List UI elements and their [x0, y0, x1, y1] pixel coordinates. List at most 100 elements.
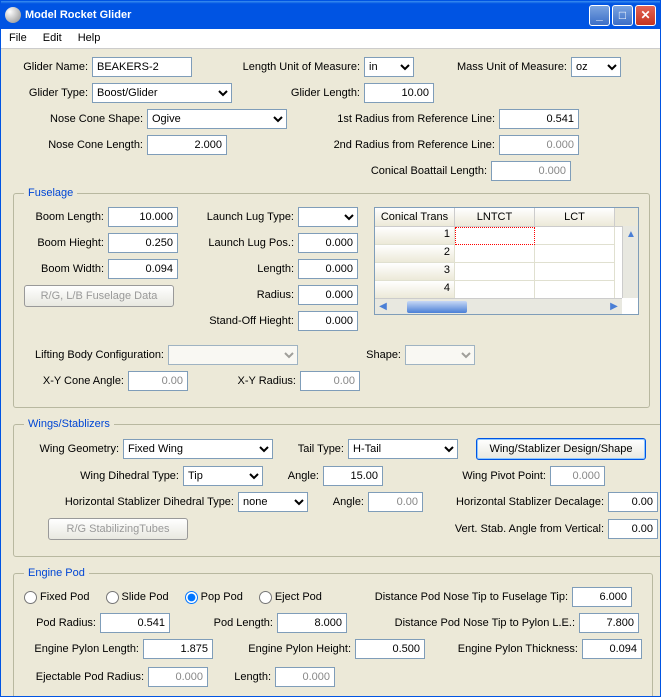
wd-type-select[interactable]: Tip [183, 466, 263, 486]
nose-len-input[interactable] [147, 135, 227, 155]
pod-len-input[interactable] [277, 613, 347, 633]
hsd-ang-input[interactable] [368, 492, 423, 512]
fuselage-legend: Fuselage [24, 187, 77, 199]
glider-name-input[interactable] [92, 57, 192, 77]
boom-h-input[interactable] [108, 233, 178, 253]
rg-stabilizing-tubes-button[interactable]: R/G StabilizingTubes [48, 518, 188, 540]
pod-rad-input[interactable] [100, 613, 170, 633]
hsd-type-select[interactable]: none [238, 492, 308, 512]
pop-pod-radio[interactable]: Pop Pod [185, 591, 243, 604]
wd-ang-label: Angle: [279, 470, 319, 482]
engine-legend: Engine Pod [24, 567, 89, 579]
length-unit-select[interactable]: in [364, 57, 414, 77]
epr-len-input[interactable] [275, 667, 335, 687]
nose-shape-select[interactable]: Ogive [147, 109, 287, 129]
ept-input[interactable] [582, 639, 642, 659]
conical-trans-grid[interactable]: Conical Trans LNTCT LCT 1 2 3 4 ▲ ◀▶ [374, 207, 639, 315]
lug-pos-input[interactable] [298, 233, 358, 253]
wing-design-button[interactable]: Wing/Stablizer Design/Shape [476, 438, 646, 460]
standoff-label: Stand-Off Hieght: [194, 315, 294, 327]
r2-input[interactable] [499, 135, 579, 155]
titlebar: Model Rocket Glider _ □ ✕ [1, 1, 660, 29]
xyr-label: X-Y Radius: [226, 375, 296, 387]
grid-col-lntct[interactable]: LNTCT [455, 208, 535, 226]
grid-row-4[interactable]: 4 [375, 281, 455, 299]
maximize-button[interactable]: □ [612, 5, 633, 26]
epl-input[interactable] [143, 639, 213, 659]
menu-file[interactable]: File [1, 29, 35, 48]
grid-hscroll[interactable]: ◀▶ [375, 298, 622, 314]
cbt-label: Conical Boattail Length: [297, 165, 487, 177]
lug-pos-label: Launch Lug Pos.: [194, 237, 294, 249]
scroll-up-icon[interactable]: ▲ [623, 226, 639, 242]
scroll-left-icon[interactable]: ◀ [375, 299, 391, 315]
slide-pod-radio[interactable]: Slide Pod [106, 591, 169, 604]
wg-select[interactable]: Fixed Wing [123, 439, 273, 459]
lug-type-label: Launch Lug Type: [194, 211, 294, 223]
r1-input[interactable] [499, 109, 579, 129]
glider-length-input[interactable] [364, 83, 434, 103]
epr-label: Ejectable Pod Radius: [24, 671, 144, 683]
app-icon [5, 7, 21, 23]
fixed-pod-radio[interactable]: Fixed Pod [24, 591, 90, 604]
menu-help[interactable]: Help [70, 29, 109, 48]
grid-vscroll[interactable]: ▲ [622, 226, 638, 298]
epr-input[interactable] [148, 667, 208, 687]
grid-row-3[interactable]: 3 [375, 263, 455, 281]
xyca-input[interactable] [128, 371, 188, 391]
dpnpl-input[interactable] [579, 613, 639, 633]
glider-length-label: Glider Length: [260, 87, 360, 99]
rglb-fuselage-button[interactable]: R/G, L/B Fuselage Data [24, 285, 174, 307]
standoff-input[interactable] [298, 311, 358, 331]
mass-unit-select[interactable]: oz [571, 57, 621, 77]
eph-input[interactable] [355, 639, 425, 659]
wpp-input[interactable] [550, 466, 605, 486]
tt-label: Tail Type: [289, 443, 344, 455]
dpnpl-label: Distance Pod Nose Tip to Pylon L.E.: [375, 617, 575, 629]
wd-label: Wing Dihedral Type: [24, 470, 179, 482]
window-title: Model Rocket Glider [25, 9, 589, 21]
boom-w-label: Boom Width: [24, 263, 104, 275]
hsd-dec-input[interactable] [608, 492, 658, 512]
vsav-input[interactable] [608, 519, 658, 539]
lug-len-input[interactable] [298, 259, 358, 279]
wings-legend: Wings/Stablizers [24, 418, 114, 430]
eject-pod-radio[interactable]: Eject Pod [259, 591, 322, 604]
dpnft-input[interactable] [572, 587, 632, 607]
grid-row-1[interactable]: 1 [375, 227, 455, 245]
dpnft-label: Distance Pod Nose Tip to Fuselage Tip: [348, 591, 568, 603]
scroll-right-icon[interactable]: ▶ [606, 299, 622, 315]
grid-col-conical[interactable]: Conical Trans [375, 208, 455, 226]
r1-label: 1st Radius from Reference Line: [305, 113, 495, 125]
lug-rad-label: Radius: [194, 289, 294, 301]
content: Glider Name: Length Unit of Measure: in … [1, 49, 660, 696]
shape-select[interactable] [405, 345, 475, 365]
minimize-button[interactable]: _ [589, 5, 610, 26]
grid-col-lct[interactable]: LCT [535, 208, 615, 226]
epr-len-label: Length: [226, 671, 271, 683]
hscroll-thumb[interactable] [407, 301, 467, 313]
wings-group: Wings/Stablizers Wing Geometry: Fixed Wi… [13, 418, 660, 557]
length-unit-label: Length Unit of Measure: [230, 61, 360, 73]
nose-len-label: Nose Cone Length: [13, 139, 143, 151]
wd-ang-input[interactable] [323, 466, 383, 486]
eph-label: Engine Pylon Height: [236, 643, 351, 655]
pod-len-label: Pod Length: [203, 617, 273, 629]
hsd-ang-label: Angle: [324, 496, 364, 508]
glider-type-label: Glider Type: [13, 87, 88, 99]
tt-select[interactable]: H-Tail [348, 439, 458, 459]
wpp-label: Wing Pivot Point: [446, 470, 546, 482]
grid-row-2[interactable]: 2 [375, 245, 455, 263]
epl-label: Engine Pylon Length: [24, 643, 139, 655]
lug-rad-input[interactable] [298, 285, 358, 305]
lbc-select[interactable] [168, 345, 298, 365]
glider-type-select[interactable]: Boost/Glider [92, 83, 232, 103]
xyr-input[interactable] [300, 371, 360, 391]
lug-type-select[interactable] [298, 207, 358, 227]
vsav-label: Vert. Stab. Angle from Vertical: [429, 523, 604, 535]
menu-edit[interactable]: Edit [35, 29, 70, 48]
boom-len-input[interactable] [108, 207, 178, 227]
boom-w-input[interactable] [108, 259, 178, 279]
close-button[interactable]: ✕ [635, 5, 656, 26]
cbt-input[interactable] [491, 161, 571, 181]
